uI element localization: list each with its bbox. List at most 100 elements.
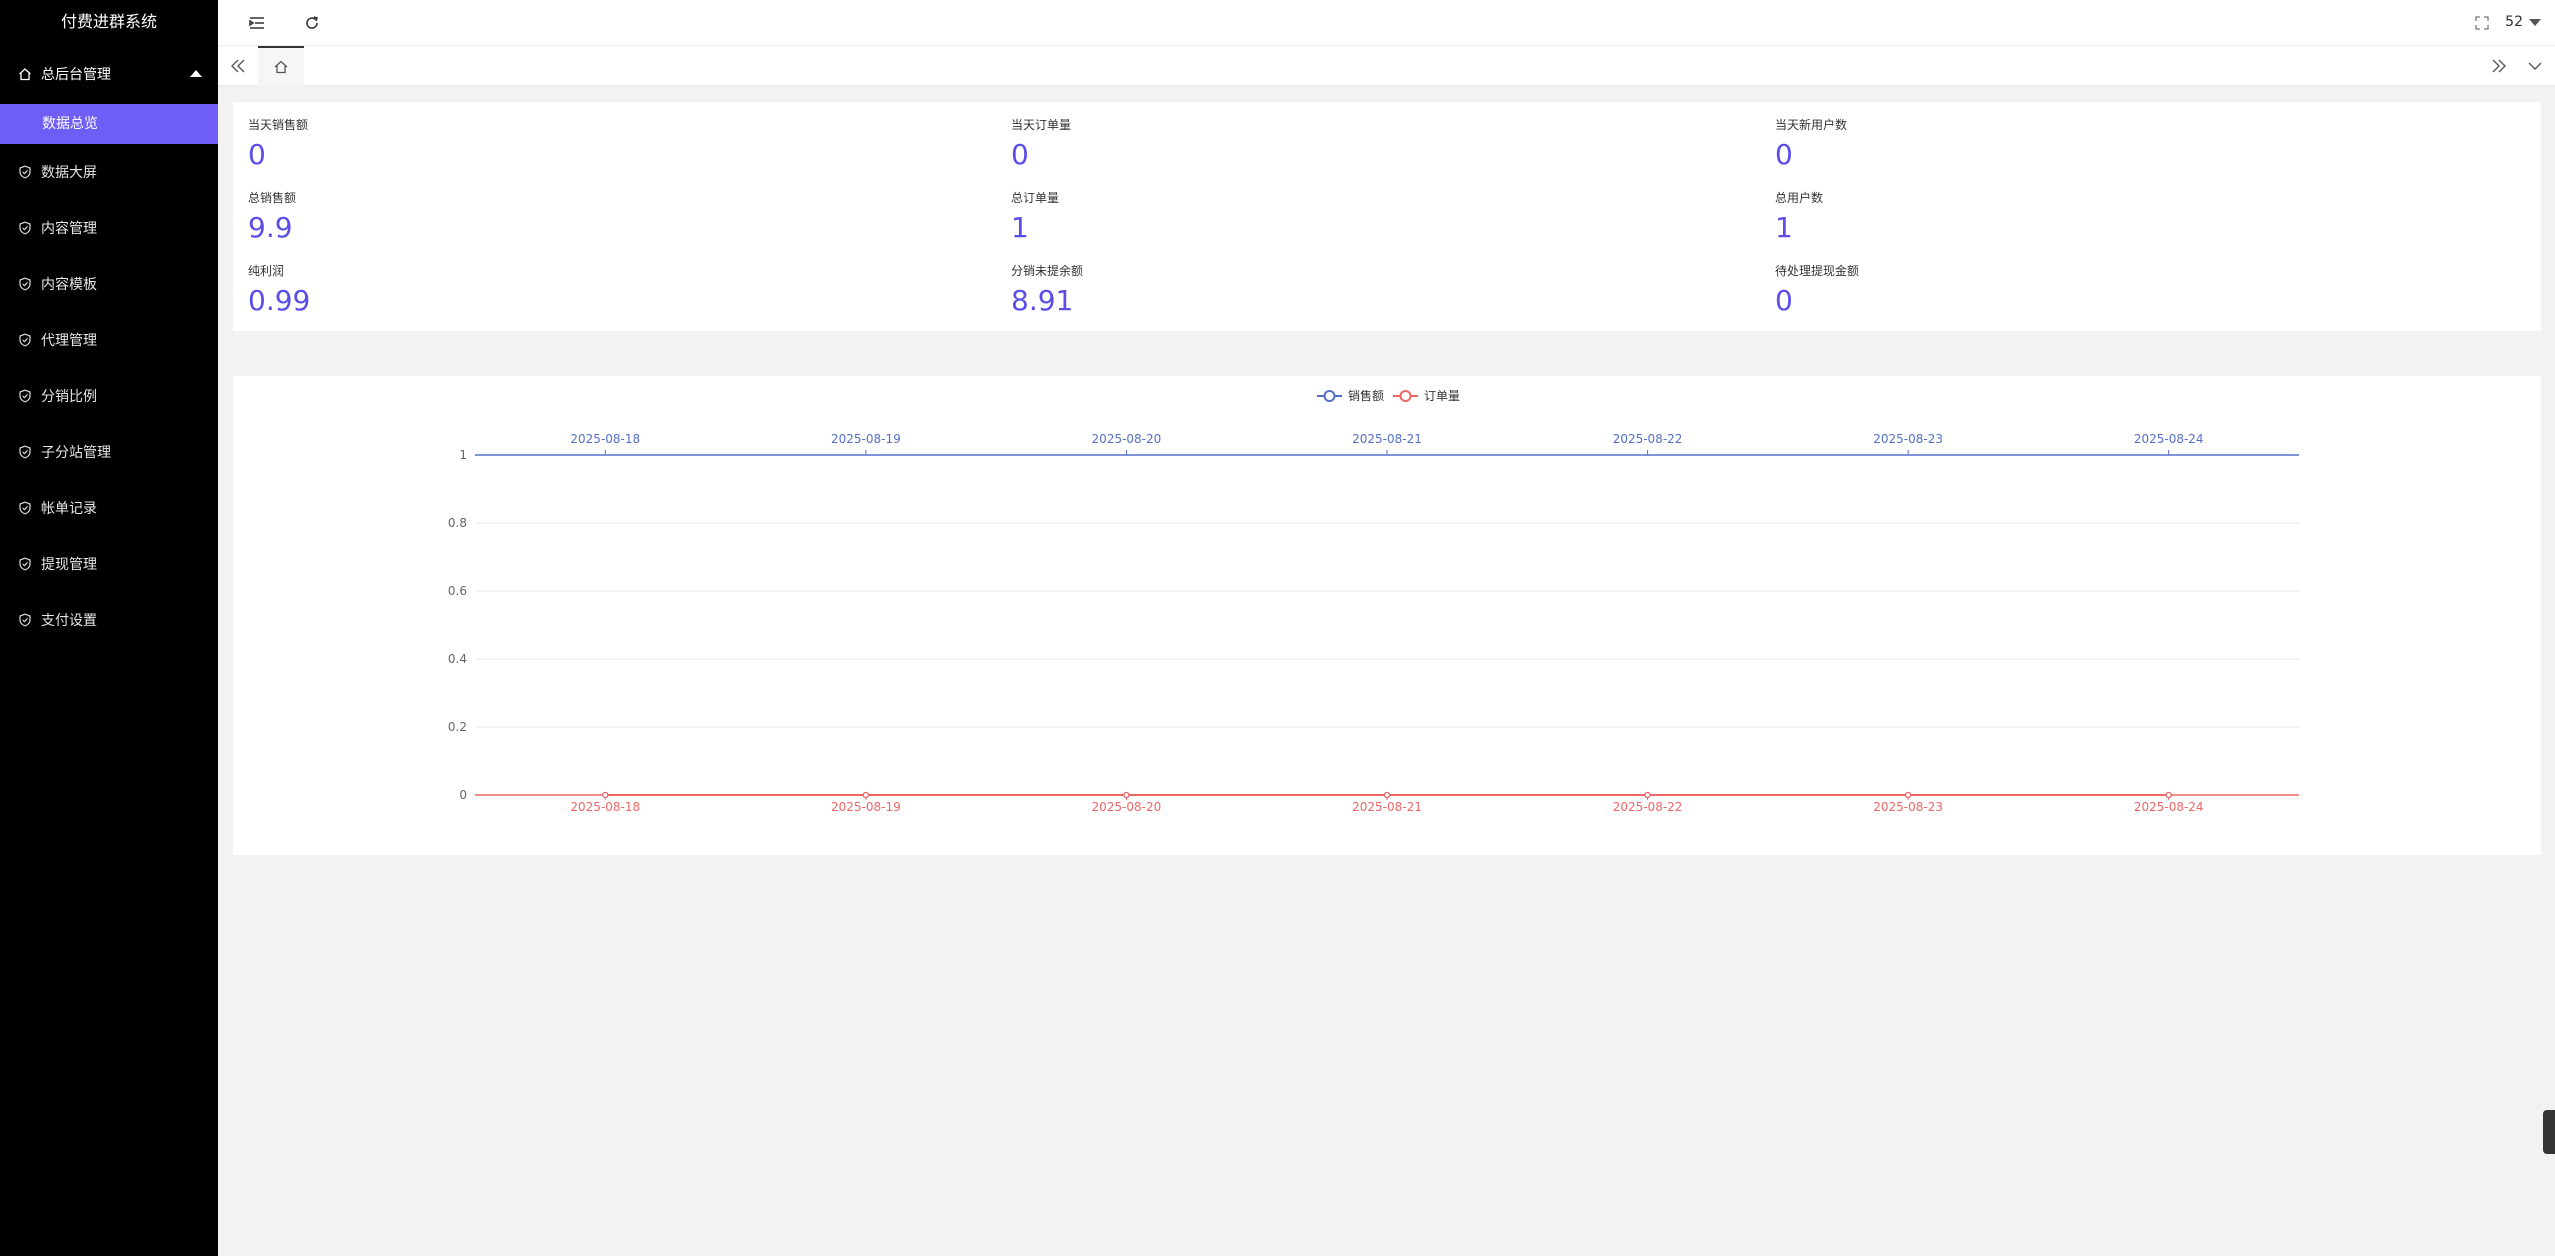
data-point bbox=[602, 791, 609, 799]
home-icon bbox=[18, 67, 32, 81]
data-point bbox=[1905, 791, 1912, 799]
stat-label: 总用户数 bbox=[1775, 191, 1824, 205]
sidebar-item-0[interactable]: 数据大屏 bbox=[0, 144, 218, 200]
double-chevron-right-icon[interactable] bbox=[2487, 54, 2511, 78]
y-tick-label: 0.8 bbox=[448, 516, 467, 530]
stat-item: 当天新用户数 0 bbox=[1775, 116, 1847, 171]
app-title: 付费进群系统 bbox=[60, 12, 157, 31]
x-tick-label-top: 2025-08-21 bbox=[1352, 432, 1422, 446]
x-tick-label-bottom: 2025-08-19 bbox=[831, 800, 901, 814]
x-tick-label-bottom: 2025-08-23 bbox=[1873, 800, 1943, 814]
stat-label: 待处理提现金额 bbox=[1775, 264, 1860, 278]
sidebar-item-data-overview[interactable]: 数据总览 bbox=[0, 104, 218, 144]
x-tick-label-top: 2025-08-22 bbox=[1613, 432, 1683, 446]
stat-label: 纯利润 bbox=[248, 264, 285, 278]
stat-item: 总订单量 1 bbox=[1011, 189, 1059, 244]
shield-check-icon bbox=[18, 277, 32, 291]
data-point bbox=[2165, 791, 2172, 799]
x-tick-label-bottom: 2025-08-24 bbox=[2134, 800, 2204, 814]
y-tick-label: 0 bbox=[459, 788, 467, 802]
stat-item: 当天销售额 0 bbox=[248, 116, 308, 171]
stat-value: 1 bbox=[1011, 211, 1029, 244]
legend-marker bbox=[1323, 390, 1336, 402]
shield-check-icon bbox=[18, 613, 32, 627]
shield-check-icon bbox=[18, 333, 32, 347]
sidebar-item-label: 子分站管理 bbox=[41, 445, 111, 461]
stat-label: 分销未提余额 bbox=[1011, 264, 1084, 278]
sidebar-item-label: 内容管理 bbox=[41, 221, 97, 237]
stat-label: 总销售额 bbox=[248, 191, 297, 205]
stat-item: 分销未提余额 8.91 bbox=[1011, 262, 1083, 317]
shield-check-icon bbox=[18, 389, 32, 403]
x-tick-label-top: 2025-08-23 bbox=[1873, 432, 1943, 446]
user-menu[interactable]: 52 bbox=[2505, 14, 2541, 30]
legend-label: 销售额 bbox=[1348, 388, 1384, 403]
fullscreen-icon[interactable] bbox=[2471, 12, 2493, 34]
sidebar-group-label: 总后台管理 bbox=[41, 67, 111, 83]
stat-value: 9.9 bbox=[248, 211, 293, 244]
double-chevron-left-icon[interactable] bbox=[226, 54, 250, 78]
data-point bbox=[1644, 791, 1651, 799]
sidebar-item-5[interactable]: 子分站管理 bbox=[0, 424, 218, 480]
stat-item: 待处理提现金额 0 bbox=[1775, 262, 1859, 317]
sidebar-item-7[interactable]: 提现管理 bbox=[0, 536, 218, 592]
sidebar-item-label: 数据大屏 bbox=[41, 165, 97, 181]
shield-check-icon bbox=[18, 221, 32, 235]
data-point bbox=[1123, 791, 1130, 799]
sidebar-item-2[interactable]: 内容模板 bbox=[0, 256, 218, 312]
sidebar-item-label: 内容模板 bbox=[41, 277, 97, 293]
stat-label: 当天销售额 bbox=[248, 118, 309, 132]
chart-card: 0 0.2 0.4 0.6 0.8 1 2025-08-18 2025-08-18 2025-0… bbox=[233, 376, 2541, 855]
data-point bbox=[1383, 791, 1391, 799]
y-tick-label: 1 bbox=[459, 448, 467, 462]
sidebar-item-4[interactable]: 分销比例 bbox=[0, 368, 218, 424]
stat-item: 总用户数 1 bbox=[1775, 189, 1823, 244]
sidebar-item-6[interactable]: 帐单记录 bbox=[0, 480, 218, 536]
x-tick-label-top: 2025-08-24 bbox=[2134, 432, 2204, 446]
sidebar: 付费进群系统 总后台管理 数据总览 数据大屏内容管理内容模板代理管理分销比例子分… bbox=[0, 0, 218, 1256]
shield-check-icon bbox=[18, 501, 32, 515]
tab-home[interactable] bbox=[258, 46, 304, 86]
shield-check-icon bbox=[18, 445, 32, 459]
line-chart: 0 0.2 0.4 0.6 0.8 1 2025-08-18 2025-08-18 2025-0… bbox=[448, 388, 2299, 814]
sidebar-item-label: 帐单记录 bbox=[41, 501, 97, 517]
x-tick-label-bottom: 2025-08-20 bbox=[1092, 800, 1162, 814]
menu-fold-icon[interactable] bbox=[246, 12, 268, 34]
stats-card: 当天销售额 0 当天订单量 0 当天新用户数 0 总销售额 9.9 总订单量 1 总用户数 1 纯利润 0… bbox=[233, 102, 2541, 331]
stat-value: 0 bbox=[1775, 284, 1793, 317]
sidebar-item-label: 代理管理 bbox=[41, 333, 97, 349]
caret-down-icon bbox=[2529, 18, 2541, 26]
stat-value: 1 bbox=[1775, 211, 1793, 244]
stat-value: 0 bbox=[248, 138, 266, 171]
sidebar-item-1[interactable]: 内容管理 bbox=[0, 200, 218, 256]
stat-item: 纯利润 0.99 bbox=[248, 262, 310, 317]
stat-item: 总销售额 9.9 bbox=[248, 189, 296, 244]
sidebar-item-8[interactable]: 支付设置 bbox=[0, 592, 218, 648]
stat-value: 0 bbox=[1011, 138, 1029, 171]
stat-item: 当天订单量 0 bbox=[1011, 116, 1071, 171]
tab-bar bbox=[218, 46, 2555, 86]
refresh-icon[interactable] bbox=[301, 12, 323, 34]
sidebar-item-label: 支付设置 bbox=[41, 613, 97, 629]
side-handle[interactable] bbox=[2543, 1110, 2555, 1154]
sidebar-item-label: 提现管理 bbox=[41, 557, 97, 573]
x-tick-label-bottom: 2025-08-21 bbox=[1352, 800, 1422, 814]
chevron-down-icon[interactable] bbox=[2523, 54, 2547, 78]
chevron-up-icon bbox=[190, 70, 202, 77]
legend-label: 订单量 bbox=[1424, 389, 1460, 403]
sidebar-group-admin[interactable]: 总后台管理 bbox=[0, 44, 218, 104]
x-tick-label-top: 2025-08-20 bbox=[1092, 432, 1162, 446]
home-icon bbox=[274, 60, 288, 74]
y-tick-label: 0.4 bbox=[448, 652, 467, 666]
x-tick-label-bottom: 2025-08-22 bbox=[1613, 800, 1683, 814]
sidebar-item-3[interactable]: 代理管理 bbox=[0, 312, 218, 368]
y-tick-label: 0.6 bbox=[448, 584, 467, 598]
shield-check-icon bbox=[18, 165, 32, 179]
stat-label: 总订单量 bbox=[1011, 191, 1060, 205]
x-tick-label-top: 2025-08-19 bbox=[831, 432, 901, 446]
stat-label: 当天订单量 bbox=[1011, 118, 1072, 132]
stat-value: 0 bbox=[1775, 138, 1793, 171]
top-header: 52 bbox=[218, 0, 2555, 46]
sidebar-item-label: 分销比例 bbox=[41, 389, 97, 405]
stat-value: 0.99 bbox=[248, 284, 311, 317]
